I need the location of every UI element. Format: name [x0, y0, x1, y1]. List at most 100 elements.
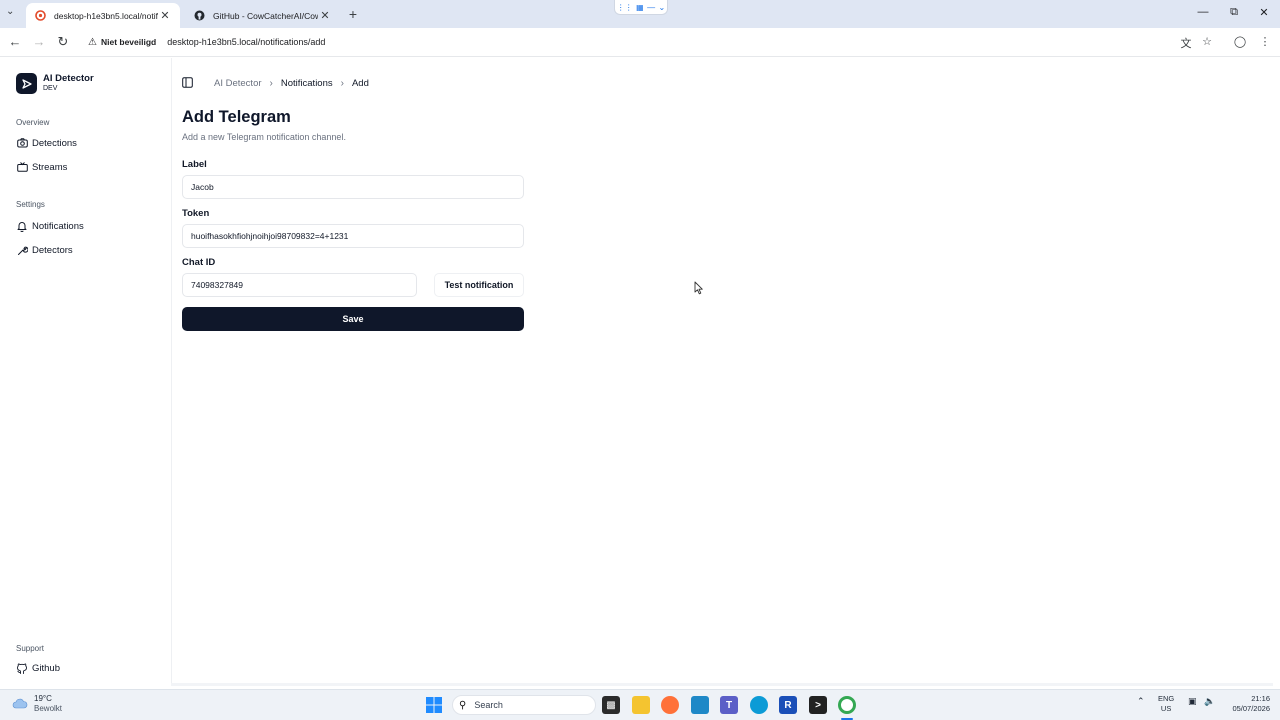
close-tab-icon[interactable]: ✕	[318, 9, 332, 22]
brand[interactable]: AI Detector DEV	[16, 73, 94, 94]
main-content: AI Detector › Notifications › Add Add Te…	[171, 58, 1273, 684]
terminal-icon[interactable]: >	[809, 696, 827, 714]
breadcrumb-item-ai-detector[interactable]: AI Detector	[214, 78, 262, 89]
weather-condition: Bewolkt	[34, 704, 63, 713]
url-text[interactable]: desktop-h1e3bn5.local/notifications/add	[167, 37, 325, 47]
chat-id-input[interactable]	[182, 273, 417, 297]
github-favicon-icon	[193, 10, 205, 22]
sidebar-item-label: Github	[32, 662, 60, 674]
sidebar-item-label: Detections	[32, 137, 77, 149]
chrome-icon[interactable]	[838, 696, 856, 714]
back-icon[interactable]: ←	[7, 35, 23, 49]
mouse-pointer-icon	[694, 281, 703, 295]
firefox-icon[interactable]	[661, 696, 679, 714]
search-icon: ⚲	[459, 699, 467, 711]
taskbar-search-placeholder: Search	[474, 700, 503, 710]
window-close-icon[interactable]: ✕	[1257, 6, 1271, 19]
token-input[interactable]	[182, 224, 524, 248]
sidebar-item-label: Detectors	[32, 244, 73, 256]
forward-icon[interactable]: →	[31, 35, 47, 49]
bell-icon	[16, 220, 28, 232]
group-label-settings: Settings	[16, 200, 45, 209]
network-icon[interactable]: ▣	[1188, 696, 1197, 707]
close-tab-icon[interactable]: ✕	[158, 9, 172, 22]
brand-logo-icon	[16, 73, 37, 94]
taskbar: 19°C Bewolkt ⚲ Search ▩ T R > ⌃ ENG US ▣…	[0, 689, 1280, 720]
weather-widget[interactable]: 19°C Bewolkt	[12, 694, 62, 714]
token-field-label: Token	[182, 208, 210, 219]
save-button[interactable]: Save	[182, 307, 524, 331]
sidebar-item-detectors[interactable]: Detectors	[16, 244, 73, 256]
brand-name: AI Detector	[43, 73, 94, 84]
tv-icon	[16, 161, 28, 173]
sidebar-item-detections[interactable]: Detections	[16, 137, 77, 149]
clock-date: 05/07/2026	[1232, 704, 1270, 713]
cloud-icon	[12, 698, 28, 709]
test-notification-button[interactable]: Test notification	[434, 273, 524, 297]
sidebar-toggle-icon[interactable]	[182, 77, 194, 89]
drag-handle-icon[interactable]: ⋮⋮	[617, 3, 633, 12]
volume-icon[interactable]: 🔈	[1204, 696, 1215, 707]
profile-icon[interactable]: ◯	[1233, 35, 1247, 48]
window-minimize-icon[interactable]: —	[1196, 6, 1210, 18]
browser-tab-strip: ⌄ desktop-h1e3bn5.local/notifica ✕ GitHu…	[0, 0, 1280, 28]
sidebar-item-label: Notifications	[32, 220, 84, 232]
security-label[interactable]: Niet beveiligd	[101, 37, 156, 47]
breadcrumb-item-add: Add	[351, 77, 369, 89]
language-indicator[interactable]: ENG US	[1158, 694, 1174, 714]
address-bar[interactable]: ⚠ Niet beveiligd desktop-h1e3bn5.local/n…	[80, 31, 1230, 53]
reload-icon[interactable]: ↻	[55, 35, 71, 49]
browser-tab-active[interactable]: desktop-h1e3bn5.local/notifica ✕	[26, 3, 180, 28]
wrench-icon	[16, 244, 28, 256]
clock-time: 21:16	[1251, 694, 1270, 703]
chat-id-field-label: Chat ID	[182, 257, 216, 268]
browser-toolbar: ← → ↻ ⚠ Niet beveiligd desktop-h1e3bn5.l…	[0, 28, 1280, 57]
sidebar-item-label: Streams	[32, 161, 68, 173]
sidebar-item-github[interactable]: Github	[16, 662, 60, 674]
browser-menu-icon[interactable]: ⋮	[1258, 35, 1272, 48]
windows-start-icon[interactable]	[425, 696, 443, 714]
sidebar-item-notifications[interactable]: Notifications	[16, 220, 84, 232]
warning-icon[interactable]: ⚠	[88, 37, 97, 48]
keyboard-layout: US	[1160, 704, 1172, 713]
github-icon	[16, 662, 28, 674]
taskbar-search[interactable]: ⚲ Search	[452, 695, 596, 715]
teams-icon[interactable]: T	[720, 696, 738, 714]
r-app-icon[interactable]: R	[779, 696, 797, 714]
camera-icon	[16, 137, 28, 149]
browser-tab-github[interactable]: GitHub - CowCatcherAI/CowCa ✕	[185, 3, 340, 28]
bookmark-star-icon[interactable]: ☆	[1200, 35, 1214, 48]
page-title: Add Telegram	[182, 108, 291, 126]
store-icon[interactable]	[691, 696, 709, 714]
app-favicon-icon	[34, 10, 46, 22]
chevron-down-icon[interactable]: ⌄	[659, 3, 666, 12]
breadcrumb: AI Detector › Notifications › Add	[182, 77, 369, 89]
edge-icon[interactable]	[750, 696, 768, 714]
content-bottom-border	[171, 683, 1273, 686]
tab-search-chevron-icon[interactable]: ⌄	[6, 6, 14, 17]
tray-overflow-chevron-icon[interactable]: ⌃	[1137, 696, 1145, 707]
translate-icon[interactable]: 文	[1179, 35, 1193, 51]
minimize-bar-icon[interactable]: —	[647, 3, 655, 12]
chevron-right-icon: ›	[269, 77, 273, 89]
weather-temperature: 19°C	[34, 694, 52, 703]
sidebar-item-streams[interactable]: Streams	[16, 161, 67, 173]
group-label-support: Support	[16, 644, 45, 653]
chevron-right-icon: ›	[340, 77, 344, 89]
label-input[interactable]	[182, 175, 524, 199]
label-field-label: Label	[182, 159, 207, 170]
tab-title: desktop-h1e3bn5.local/notifica	[54, 10, 158, 21]
file-explorer-icon[interactable]	[632, 696, 650, 714]
sidebar: AI Detector DEV Overview Detections Stre…	[0, 58, 170, 686]
window-restore-icon[interactable]: ⧉	[1227, 6, 1241, 19]
task-view-icon[interactable]: ▩	[602, 696, 620, 714]
group-label-overview: Overview	[16, 118, 50, 127]
brand-environment: DEV	[43, 85, 58, 92]
language-code: ENG	[1158, 694, 1175, 703]
page-subtitle: Add a new Telegram notification channel.	[182, 132, 346, 142]
share-icon[interactable]: ▦	[636, 3, 644, 12]
screen-share-toolbar[interactable]: ⋮⋮ ▦ — ⌄	[614, 0, 668, 15]
system-clock[interactable]: 21:16 05/07/2026	[1224, 694, 1270, 714]
new-tab-icon[interactable]: +	[346, 6, 360, 22]
breadcrumb-item-notifications[interactable]: Notifications	[281, 78, 333, 89]
